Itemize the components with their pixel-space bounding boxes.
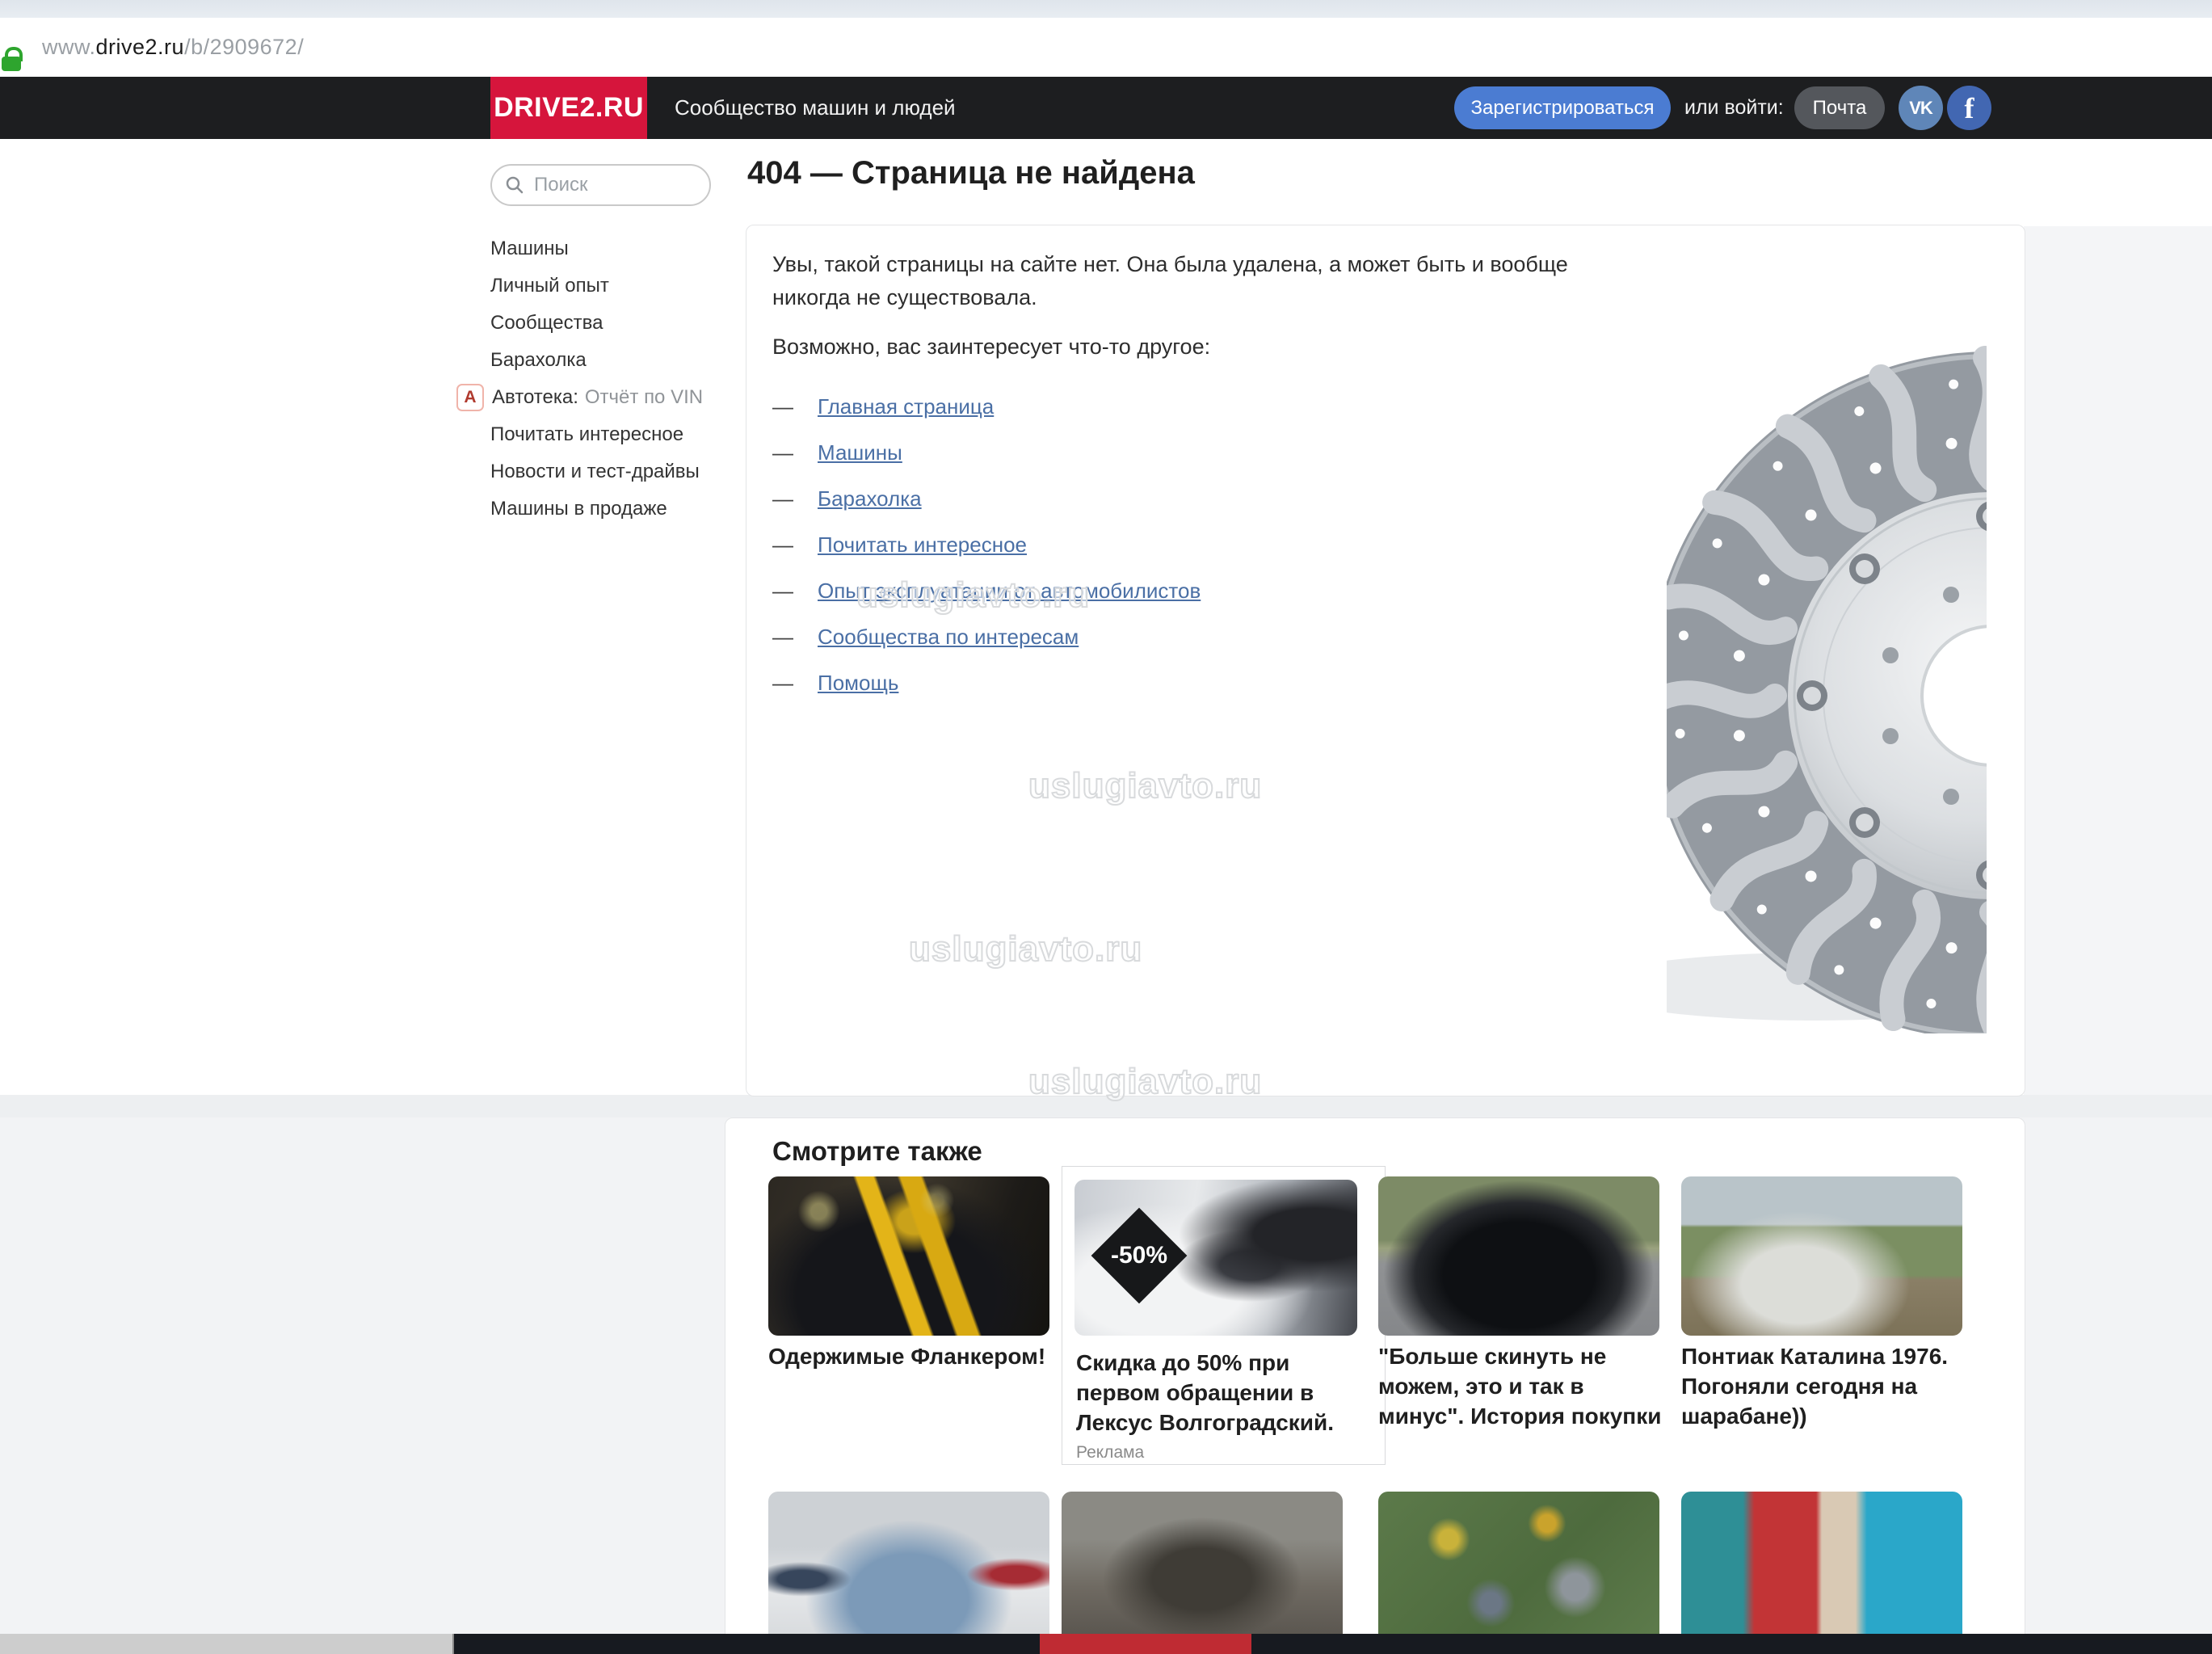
sidebar-item-prodazha[interactable]: Машины в продаже	[490, 490, 711, 528]
see-also-section: Смотрите также Одержимые Фланкером! -50%…	[725, 1117, 2025, 1635]
browser-address-bar[interactable]: www.drive2.ru/b/2909672/	[0, 18, 2212, 77]
watermark: uslugiavto.ru	[1028, 766, 1262, 806]
taskbar-light-segment	[0, 1634, 454, 1654]
ad-caption-lexus[interactable]: Скидка до 50% при первом обращении в Лек…	[1076, 1348, 1367, 1437]
register-button[interactable]: Зарегистрироваться	[1454, 86, 1671, 129]
article-photo-pontiac[interactable]	[1681, 1176, 1962, 1336]
watermark: uslugiavto.ru	[1028, 1062, 1262, 1102]
article-photo-armored-truck[interactable]	[1062, 1492, 1343, 1635]
link-row: —Главная страница	[772, 384, 1201, 430]
ad-card[interactable]: -50% Скидка до 50% при первом обращении …	[1062, 1166, 1386, 1465]
sidebar-item-avtoteka[interactable]: А Автотека: Отчёт по VIN	[490, 379, 711, 416]
link-row: —Почитать интересное	[772, 522, 1201, 568]
drive2-logo[interactable]: DRIVE2.RU	[490, 77, 647, 139]
sidebar-menu: Машины Личный опыт Сообщества Барахолка …	[490, 230, 711, 528]
link-row: —Помощь	[772, 660, 1201, 706]
article-photo-flanker[interactable]	[768, 1176, 1049, 1336]
avtoteka-badge: А	[456, 384, 484, 411]
not-found-text: Увы, такой страницы на сайте нет. Она бы…	[772, 248, 1588, 314]
browser-tab-strip	[0, 0, 2212, 19]
article-photo-aerial-junk[interactable]	[1378, 1492, 1659, 1635]
avtoteka-sublabel: Отчёт по VIN	[585, 386, 703, 409]
article-photo-supercars[interactable]	[1681, 1492, 1962, 1635]
screen: www.drive2.ru/b/2909672/ DRIVE2.RU Сообщ…	[0, 0, 2212, 1654]
search-icon	[505, 175, 524, 195]
page-url[interactable]: www.drive2.ru/b/2909672/	[42, 18, 304, 77]
discount-badge: -50%	[1091, 1208, 1188, 1304]
link-row: —Машины	[772, 430, 1201, 476]
ad-photo-lexus[interactable]: -50%	[1074, 1180, 1357, 1336]
article-caption-bmw[interactable]: "Больше скинуть не можем, это и так в ми…	[1378, 1341, 1669, 1431]
link-row: —Сообщества по интересам	[772, 614, 1201, 660]
sidebar-item-pochitat[interactable]: Почитать интересное	[490, 416, 711, 453]
link-home[interactable]: Главная страница	[818, 394, 994, 419]
secure-lock-icon	[2, 47, 23, 71]
link-cars[interactable]: Машины	[818, 440, 902, 465]
link-row: —Барахолка	[772, 476, 1201, 522]
article-caption-pontiac[interactable]: Понтиак Каталина 1976. Погоняли сегодня …	[1681, 1341, 1972, 1431]
bottom-taskbar	[0, 1634, 2212, 1654]
watermark: uslugiavto.ru	[909, 929, 1142, 970]
site-header: DRIVE2.RU Сообщество машин и людей Зарег…	[0, 77, 2212, 139]
sidebar-item-lichnyj-opyt[interactable]: Личный опыт	[490, 267, 711, 305]
search-box[interactable]	[490, 164, 711, 206]
sidebar-item-soobshchestva[interactable]: Сообщества	[490, 305, 711, 342]
search-input[interactable]	[532, 173, 681, 197]
article-photo-bmw[interactable]	[1378, 1176, 1659, 1336]
link-read[interactable]: Почитать интересное	[818, 532, 1027, 558]
avtoteka-label: Автотека:	[492, 386, 578, 409]
article-photo-studio-car[interactable]	[768, 1492, 1049, 1635]
suggestion-text: Возможно, вас заинтересует что-то другое…	[772, 330, 1588, 364]
sidebar-item-baraholka[interactable]: Барахолка	[490, 342, 711, 379]
sidebar-item-novosti[interactable]: Новости и тест-драйвы	[490, 453, 711, 490]
link-market[interactable]: Барахолка	[818, 486, 922, 511]
ad-label: Реклама	[1076, 1443, 1144, 1463]
see-also-title: Смотрите также	[772, 1136, 982, 1167]
sidebar-item-mashiny[interactable]: Машины	[490, 230, 711, 267]
brake-disc-image	[1667, 276, 1987, 1033]
article-caption-flanker[interactable]: Одержимые Фланкером!	[768, 1341, 1059, 1371]
sidebar: Машины Личный опыт Сообщества Барахолка …	[490, 164, 711, 528]
link-communities[interactable]: Сообщества по интересам	[818, 625, 1079, 650]
site-tagline: Сообщество машин и людей	[675, 77, 956, 139]
login-mail-button[interactable]: Почта	[1794, 86, 1885, 129]
vk-login-icon[interactable]: VK	[1899, 86, 1943, 130]
watermark: uslugiavto.ru	[856, 575, 1090, 616]
facebook-login-icon[interactable]: f	[1947, 86, 1991, 130]
or-login-label: или войти:	[1684, 77, 1784, 139]
suggestion-links: —Главная страница —Машины —Барахолка —По…	[772, 384, 1201, 706]
page-title: 404 — Страница не найдена	[747, 155, 1195, 191]
taskbar-red-segment	[1040, 1634, 1251, 1654]
link-help[interactable]: Помощь	[818, 671, 898, 696]
